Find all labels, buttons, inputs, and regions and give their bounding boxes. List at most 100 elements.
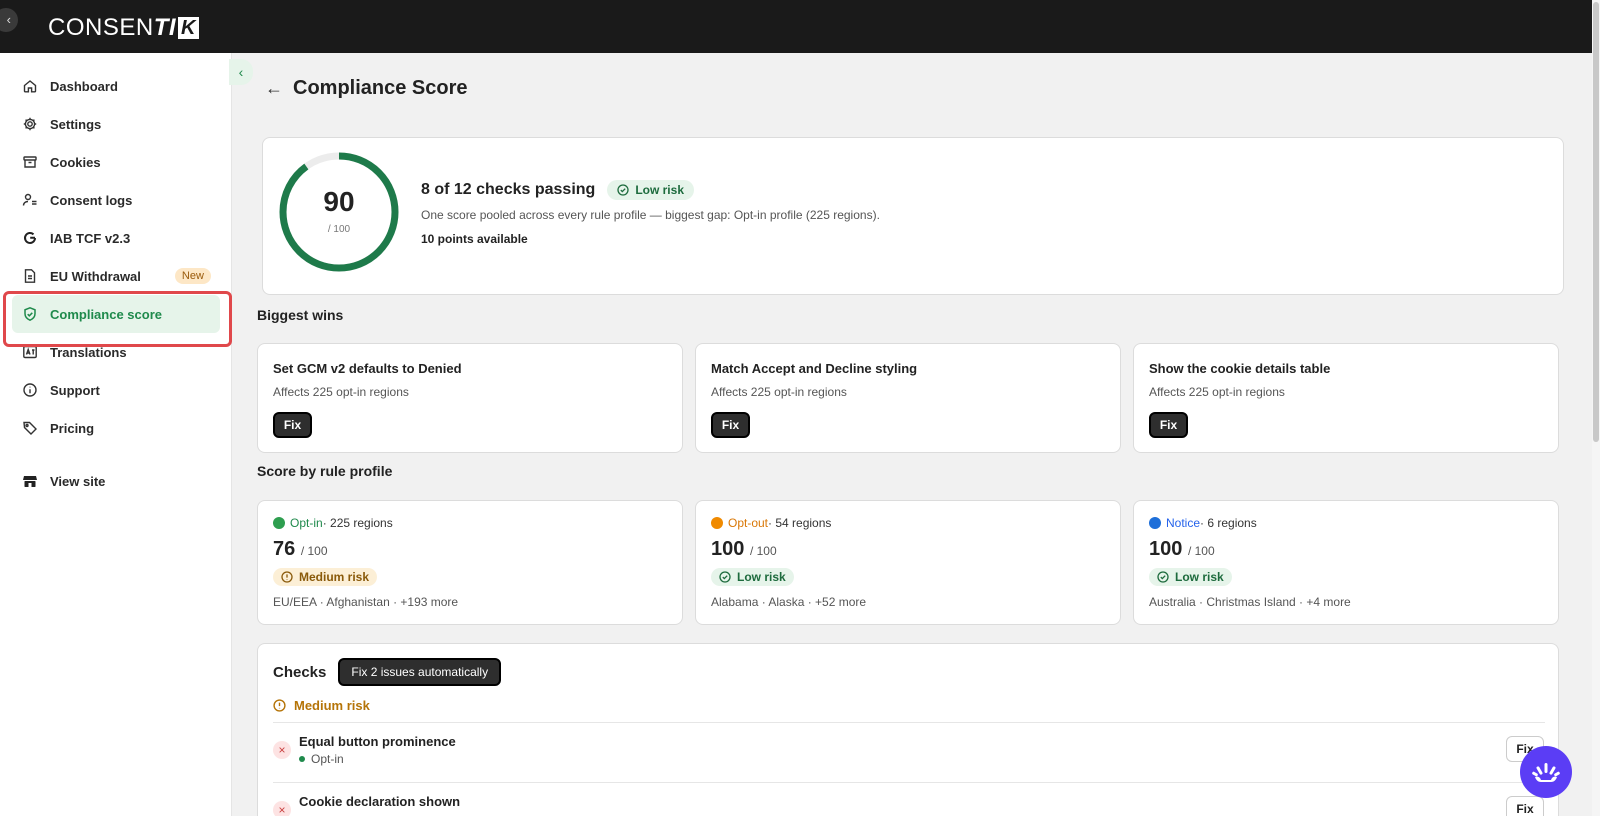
- risk-group-text: Medium risk: [294, 698, 370, 713]
- app-logo[interactable]: CONSEN TI K: [48, 14, 199, 42]
- sidebar-item-pricing[interactable]: Pricing: [12, 409, 220, 447]
- win-subtitle: Affects 225 opt-in regions: [1149, 385, 1285, 399]
- profile-region-list: Alabama · Alaska · +52 more: [711, 595, 867, 609]
- win-subtitle: Affects 225 opt-in regions: [711, 385, 847, 399]
- sidebar-item-label: Settings: [50, 116, 102, 132]
- profile-card-notice: Notice · 6 regions 100 / 100 Low risk Au…: [1133, 500, 1559, 625]
- auto-fix-button[interactable]: Fix 2 issues automatically: [338, 658, 502, 686]
- sidebar-item-label: View site: [50, 473, 106, 489]
- chevron-left-icon[interactable]: ‹: [0, 8, 18, 32]
- sidebar-item-label: Dashboard: [50, 78, 118, 94]
- win-card: Match Accept and Decline styling Affects…: [695, 343, 1121, 453]
- status-dot-icon: [273, 517, 285, 529]
- alert-circle-icon: [273, 699, 286, 712]
- page-header: ← Compliance Score: [265, 77, 468, 100]
- check-profile: Opt-in: [299, 752, 344, 766]
- win-card: Show the cookie details table Affects 22…: [1133, 343, 1559, 453]
- divider: [273, 722, 1545, 723]
- new-badge: New: [174, 268, 211, 284]
- sidebar-item-support[interactable]: Support: [12, 371, 220, 409]
- profile-score-max: / 100: [300, 544, 328, 558]
- sidebar-item-label: Consent logs: [50, 192, 133, 208]
- divider: [273, 782, 1545, 783]
- fix-button[interactable]: Fix: [711, 412, 750, 438]
- risk-label: Low risk: [635, 183, 684, 197]
- status-dot-icon: [1149, 517, 1161, 529]
- sidebar: Dashboard Settings Cookies Consent logs …: [0, 53, 232, 816]
- check-circle-icon: [719, 571, 731, 583]
- sidebar-item-label: EU Withdrawal: [50, 268, 141, 284]
- alert-circle-icon: [281, 571, 293, 583]
- check-circle-icon: [1157, 571, 1169, 583]
- win-card: Set GCM v2 defaults to Denied Affects 22…: [257, 343, 683, 453]
- status-badge: Low risk: [607, 180, 694, 200]
- profile-regions: · 6 regions: [1200, 516, 1257, 530]
- profile-score-max: / 100: [749, 544, 777, 558]
- status-badge: Low risk: [1149, 568, 1232, 586]
- profile-score-max: / 100: [1187, 544, 1215, 558]
- win-title: Match Accept and Decline styling: [711, 361, 918, 376]
- profile-name: Opt-in: [290, 516, 323, 530]
- scrollbar-thumb[interactable]: [1593, 2, 1599, 442]
- home-icon: [22, 78, 38, 94]
- check-profile-label: Opt-in: [311, 752, 344, 766]
- risk-label: Low risk: [737, 570, 786, 584]
- win-subtitle: Affects 225 opt-in regions: [273, 385, 409, 399]
- status-badge: Low risk: [711, 568, 794, 586]
- sidebar-item-label: Pricing: [50, 420, 95, 436]
- document-icon: [22, 268, 38, 284]
- checks-card: Checks Fix 2 issues automatically Medium…: [257, 643, 1559, 816]
- page-title: Compliance Score: [293, 77, 468, 99]
- checks-heading: Checks: [273, 663, 327, 681]
- fix-button[interactable]: Fix: [1506, 796, 1544, 816]
- selection-highlight: [3, 291, 232, 347]
- sidebar-item-cookies[interactable]: Cookies: [12, 143, 220, 181]
- sidebar-item-eu-withdrawal[interactable]: EU Withdrawal New: [12, 257, 220, 295]
- sidebar-item-iab-tcf[interactable]: IAB TCF v2.3: [12, 219, 220, 257]
- status-dot-icon: [711, 517, 723, 529]
- fix-button[interactable]: Fix: [273, 412, 312, 438]
- risk-label: Medium risk: [299, 570, 370, 584]
- points-available: 10 points available: [421, 232, 528, 246]
- status-badge: Medium risk: [273, 568, 378, 586]
- sidebar-item-settings[interactable]: Settings: [12, 105, 220, 143]
- profile-scores-heading: Score by rule profile: [257, 463, 393, 479]
- profile-region-list: EU/EEA · Afghanistan · +193 more: [273, 595, 459, 609]
- biggest-wins-heading: Biggest wins: [257, 307, 344, 323]
- info-icon: [22, 382, 38, 398]
- profile-regions: · 225 regions: [322, 516, 393, 530]
- win-title: Set GCM v2 defaults to Denied: [273, 361, 462, 376]
- page-scrollbar[interactable]: [1592, 0, 1600, 816]
- check-name: Cookie declaration shown: [299, 794, 461, 809]
- risk-group-label: Medium risk: [273, 698, 370, 713]
- back-arrow-icon[interactable]: ←: [265, 78, 283, 99]
- sidebar-item-label: Cookies: [50, 154, 101, 170]
- fix-button[interactable]: Fix: [1149, 412, 1188, 438]
- profile-score: 100: [1149, 538, 1183, 560]
- google-icon: [22, 230, 38, 246]
- sidebar-item-label: IAB TCF v2.3: [50, 230, 131, 246]
- check-name: Equal button prominence: [299, 734, 456, 749]
- sidebar-item-label: Support: [50, 382, 100, 398]
- profile-card-opt-in: Opt-in · 225 regions 76 / 100 Medium ris…: [257, 500, 683, 625]
- chat-launcher-button[interactable]: [1520, 746, 1572, 798]
- gear-icon: [22, 116, 38, 132]
- status-dot-icon: [299, 756, 305, 762]
- user-list-icon: [22, 192, 38, 208]
- checks-passing-title: 8 of 12 checks passing: [421, 181, 596, 198]
- profile-name: Notice: [1166, 516, 1201, 530]
- store-icon: [22, 473, 38, 489]
- logo-text-bold: TI: [153, 14, 177, 41]
- risk-label: Low risk: [1175, 570, 1224, 584]
- score-max: / 100: [327, 224, 351, 235]
- sidebar-item-consent-logs[interactable]: Consent logs: [12, 181, 220, 219]
- logo-mark: K: [178, 17, 199, 39]
- sidebar-item-dashboard[interactable]: Dashboard: [12, 67, 220, 105]
- score-summary: 8 of 12 checks passing Low risk One scor…: [421, 180, 880, 246]
- tag-icon: [22, 420, 38, 436]
- chat-icon: [1532, 763, 1560, 782]
- profile-regions: · 54 regions: [768, 516, 832, 530]
- profile-score: 100: [711, 538, 745, 560]
- profile-region-list: Australia · Christmas Island · +4 more: [1149, 595, 1351, 609]
- sidebar-item-view-site[interactable]: View site: [12, 462, 220, 500]
